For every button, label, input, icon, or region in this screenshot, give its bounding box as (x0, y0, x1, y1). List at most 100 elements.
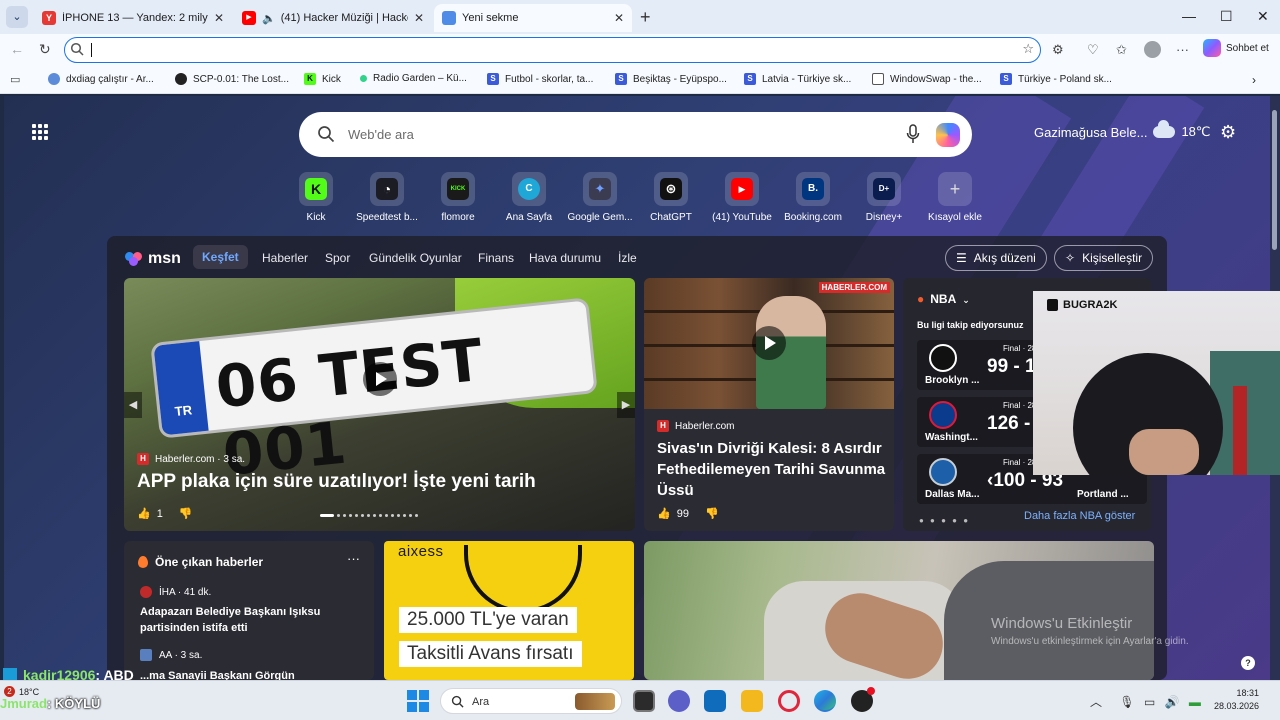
reading-list-icon[interactable]: ▭ (10, 73, 20, 86)
nba-header[interactable]: ● NBA ⌄ (917, 292, 970, 306)
thumbs-up-icon[interactable]: 👍 (137, 507, 151, 520)
shortcut-ana-sayfa[interactable]: C Ana Sayfa (491, 172, 567, 223)
microphone-icon[interactable]: 🎙 (1119, 695, 1134, 709)
maximize-icon[interactable]: ☐ (1220, 8, 1233, 25)
taskbar-clock[interactable]: 18:31 28.03.2026 (1214, 687, 1259, 713)
bookmark-item[interactable]: S Futbol - skorlar, ta... (487, 73, 593, 85)
advertisement-card[interactable]: aixess 25.000 TL'ye varan Taksitli Avans… (384, 541, 634, 680)
msn-tab-finans[interactable]: Finans (478, 251, 514, 265)
sliders-icon: ☰ (956, 251, 967, 265)
speaker-icon[interactable]: 🔈 (262, 12, 276, 25)
thumbs-up-icon[interactable]: 👍 (657, 507, 671, 520)
new-tab-plus-icon[interactable]: + (640, 7, 651, 27)
shortcut-speedtest[interactable]: ◔ Speedtest b... (349, 172, 425, 223)
close-tab-icon[interactable]: ✕ (614, 11, 624, 25)
page-settings-gear-icon[interactable]: ⚙ (1220, 122, 1236, 143)
obs-icon[interactable] (851, 687, 875, 712)
help-icon[interactable]: ? (1241, 656, 1255, 670)
bookmark-item[interactable]: SCP-0.01: The Lost... (175, 73, 289, 85)
bookmark-item[interactable]: S Beşiktaş - Eyüpspo... (615, 73, 727, 85)
shortcut-disney-plus[interactable]: D+ Disney+ (846, 172, 922, 223)
new-tab-favicon-icon (442, 11, 456, 25)
shortcut-kick[interactable]: K Kick (278, 172, 354, 223)
bookmark-item[interactable]: dxdiag çalıştır - Ar... (48, 73, 154, 85)
shortcut-google-gemini[interactable]: ✦ Google Gem... (562, 172, 638, 223)
address-bar[interactable]: ☆ (64, 37, 1041, 63)
shortcut-chatgpt[interactable]: ⊛ ChatGPT (633, 172, 709, 223)
apps-grid-icon[interactable] (32, 124, 48, 140)
news-card-divrigi[interactable]: HABERLER.COM H Haberler.com Sivas'ın Div… (644, 278, 894, 531)
refresh-icon[interactable]: ↻ (39, 41, 51, 58)
store-icon[interactable] (704, 690, 726, 712)
copilot-button[interactable]: Sohbet et (1203, 39, 1269, 57)
volume-icon[interactable]: 🔊 (1165, 695, 1180, 709)
bookmark-item[interactable]: WindowSwap - the... (872, 73, 982, 85)
featured-headline-2[interactable]: ...ma Sanayii Başkanı Görgün (140, 670, 295, 680)
close-tab-icon[interactable]: ✕ (414, 11, 424, 25)
msn-logo[interactable]: msn (125, 250, 181, 268)
hero-headline[interactable]: APP plaka için süre uzatılıyor! İşte yen… (137, 471, 627, 493)
taskbar-search-box[interactable]: Ara (440, 688, 622, 714)
msn-tab-kesfet[interactable]: Keşfet (193, 245, 248, 269)
copilot-icon[interactable] (936, 123, 960, 147)
ad-line-1: 25.000 TL'ye varan (399, 607, 577, 633)
shortcut-add[interactable]: + Kısayol ekle (917, 172, 993, 223)
bookmarks-overflow-chevron-icon[interactable]: › (1252, 73, 1256, 87)
play-icon[interactable] (752, 326, 786, 360)
bookmark-item[interactable]: S Latvia - Türkiye sk... (744, 73, 851, 85)
more-nba-link[interactable]: Daha fazla NBA göster (1024, 510, 1135, 522)
personalize-button[interactable]: ✧ Kişiselleştir (1054, 245, 1154, 271)
close-tab-icon[interactable]: ✕ (214, 11, 224, 25)
scrollbar-thumb[interactable] (1272, 110, 1277, 250)
haberler-watermark: HABERLER.COM (818, 282, 890, 293)
bookmark-item[interactable]: K Kick (304, 73, 341, 85)
carousel-next-arrow-icon[interactable]: ▶ (617, 392, 635, 418)
tab-youtube[interactable]: ▶ 🔈 (41) Hacker Müziği | Hacker Şarkılar… (234, 4, 432, 32)
msn-tab-izle[interactable]: İzle (618, 251, 637, 265)
msn-tab-spor[interactable]: Spor (325, 251, 350, 265)
carousel-prev-arrow-icon[interactable]: ◀ (124, 392, 142, 418)
more-options-icon[interactable]: ··· (347, 551, 360, 566)
msn-tab-gundelik-oyunlar[interactable]: Gündelik Oyunlar (369, 251, 462, 265)
shortcut-flomore[interactable]: KICK flomore (420, 172, 496, 223)
msn-tab-haberler[interactable]: Haberler (262, 251, 308, 265)
teams-icon[interactable] (668, 690, 690, 712)
more-menu-icon[interactable]: ··· (1176, 42, 1189, 57)
show-hidden-icons-chevron-icon[interactable]: ︿ (1090, 695, 1102, 709)
play-icon[interactable] (363, 362, 397, 396)
shortcut-youtube[interactable]: ▶ (41) YouTube (704, 172, 780, 223)
close-window-icon[interactable]: ✕ (1257, 8, 1269, 25)
browser-essentials-icon[interactable]: ♡ (1087, 42, 1099, 58)
bookmark-item[interactable]: Radio Garden – Kü... (360, 73, 467, 84)
thumbs-down-icon[interactable]: 👎 (705, 507, 719, 520)
network-icon[interactable]: ▭ (1144, 695, 1155, 709)
bookmark-item[interactable]: S Türkiye - Poland sk... (1000, 73, 1112, 85)
weather-widget[interactable]: Gazimağusa Bele... 18℃ (1034, 120, 1211, 140)
favorites-icon[interactable]: ✩ (1116, 42, 1127, 58)
file-explorer-icon[interactable] (741, 690, 763, 712)
hero-news-card[interactable]: TR 06 TEST 001 ◀ ▶ H Haberler.com · 3 sa… (124, 278, 635, 531)
tab-new-tab[interactable]: Yeni sekme ✕ (434, 4, 632, 32)
chat-text: : KÖYLÜ (46, 696, 101, 711)
microphone-icon[interactable] (906, 124, 920, 144)
windows-start-icon[interactable] (407, 690, 429, 712)
tab-yandex[interactable]: Y İPHONE 13 — Yandex: 2 milyon sonuç bul… (34, 4, 232, 32)
msn-tab-hava-durumu[interactable]: Hava durumu (529, 251, 601, 265)
tab-actions-chevron-icon[interactable]: ⌄ (6, 6, 28, 28)
sleeping-man-news-card[interactable] (644, 541, 1154, 680)
task-view-icon[interactable] (633, 690, 655, 712)
battery-icon[interactable]: ▬ (1189, 695, 1201, 709)
extensions-icon[interactable]: ⚙ (1052, 42, 1064, 58)
edge-icon[interactable] (814, 690, 836, 712)
back-arrow-icon[interactable]: ← (10, 41, 24, 57)
favorite-star-icon[interactable]: ☆ (1022, 41, 1034, 57)
profile-avatar[interactable] (1144, 41, 1161, 58)
web-search-box[interactable]: Web'de ara (299, 112, 972, 157)
feed-layout-button[interactable]: ☰ Akış düzeni (945, 245, 1047, 271)
thumbs-down-icon[interactable]: 👎 (179, 507, 193, 520)
news-headline[interactable]: Sivas'ın Divriği Kalesi: 8 Asırdır Fethe… (657, 438, 887, 501)
opera-icon[interactable] (778, 690, 800, 712)
shortcut-booking[interactable]: B. Booking.com (775, 172, 851, 223)
featured-headline-1[interactable]: Adapazarı Belediye Başkanı Işıksu partis… (140, 604, 360, 636)
minimize-icon[interactable]: — (1182, 8, 1196, 24)
